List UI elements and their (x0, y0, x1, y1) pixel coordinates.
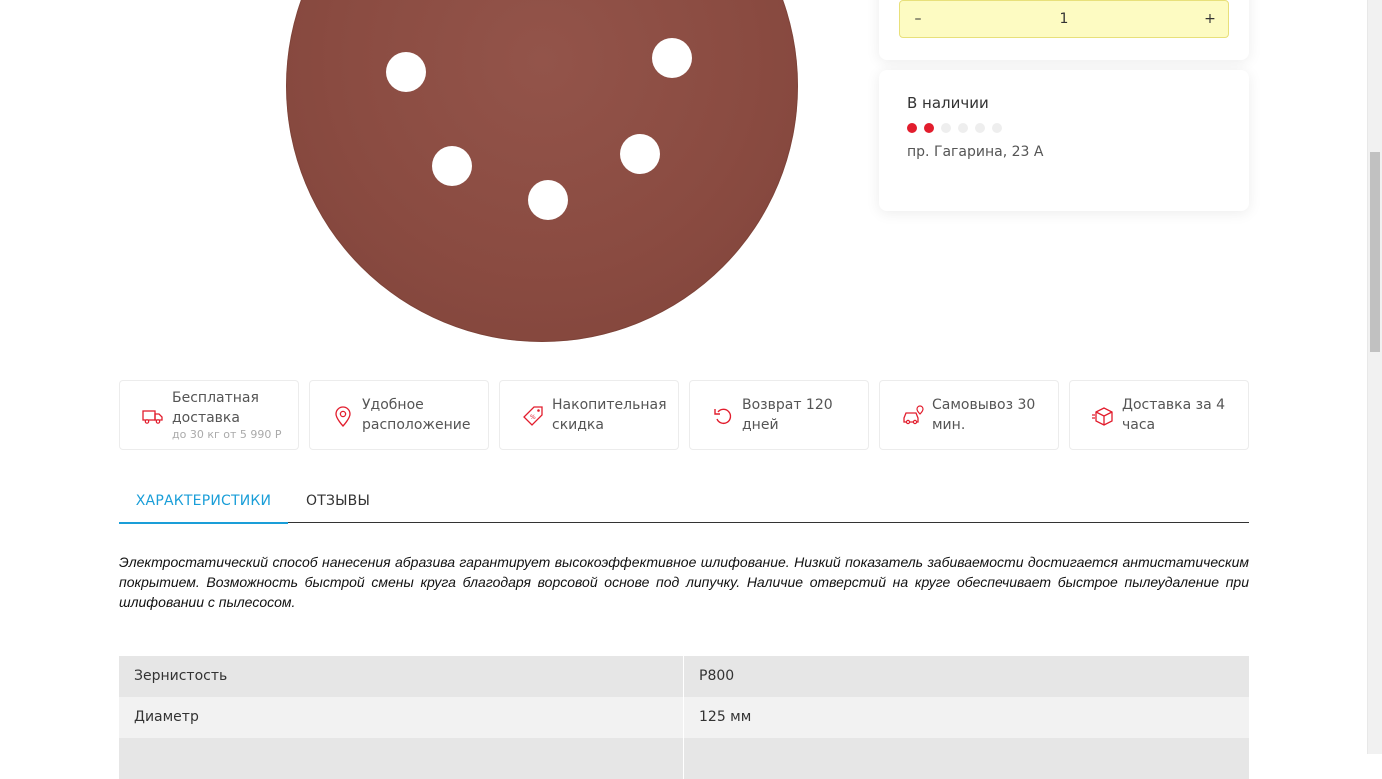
page-scrollbar[interactable] (1367, 0, 1382, 754)
benefit-sub-label: до 30 кг от 5 990 Р (172, 428, 282, 441)
benefit-free-delivery[interactable]: Бесплатная доставка до 30 кг от 5 990 Р (119, 380, 299, 450)
disc-hole (386, 52, 426, 92)
specs-table: Зернистость P800 Диаметр 125 мм (119, 656, 1249, 779)
table-row: Зернистость P800 (119, 656, 1249, 697)
stock-status: В наличии (907, 94, 989, 112)
disc-hole (620, 134, 660, 174)
disc-hole (652, 38, 692, 78)
quantity-increase-button[interactable]: + (1192, 1, 1228, 37)
quantity-stepper: – 1 + (899, 0, 1229, 38)
product-tabs: ХАРАКТЕРИСТИКИ ОТЗЫВЫ (119, 480, 1249, 524)
stock-level-dot (958, 123, 968, 133)
benefit-label: Бесплатная доставка (172, 390, 259, 426)
table-row: Диаметр 125 мм (119, 697, 1249, 738)
scrollbar-thumb[interactable] (1370, 152, 1380, 352)
car-pickup-icon (903, 405, 924, 425)
stock-level-dot (941, 123, 951, 133)
benefit-fast-delivery[interactable]: Доставка за 4 часа (1069, 380, 1249, 450)
benefit-discount[interactable]: % Накопительная скидка (499, 380, 679, 450)
spec-value (684, 738, 1249, 779)
spec-name: Диаметр (119, 697, 684, 738)
benefit-label: Накопительная скидка (552, 397, 667, 433)
stock-level-dot (975, 123, 985, 133)
disc-hole (528, 180, 568, 220)
stock-card: В наличии пр. Гагарина, 23 А (879, 70, 1249, 211)
benefit-label: Доставка за 4 часа (1122, 397, 1226, 433)
spec-value: 125 мм (699, 709, 752, 725)
spec-value: P800 (699, 668, 735, 684)
benefit-location[interactable]: Удобное расположение (309, 380, 489, 450)
delivery-truck-icon (142, 410, 163, 424)
stock-level-indicator (907, 123, 1002, 133)
tab-characteristics[interactable]: ХАРАКТЕРИСТИКИ (119, 480, 288, 524)
box-delivery-icon (1092, 407, 1113, 426)
benefit-label: Самовывоз 30 мин. (932, 397, 1036, 433)
location-pin-icon (335, 406, 351, 427)
quantity-card: – 1 + (879, 0, 1249, 60)
return-arrow-icon (714, 408, 732, 425)
stock-level-dot (907, 123, 917, 133)
tab-reviews[interactable]: ОТЗЫВЫ (288, 480, 388, 522)
svg-text:%: % (530, 414, 536, 421)
stock-level-dot (924, 123, 934, 133)
spec-name (119, 738, 684, 779)
spec-name: Зернистость (119, 656, 684, 697)
store-address[interactable]: пр. Гагарина, 23 А (907, 144, 1043, 160)
benefit-label: Возврат 120 дней (742, 397, 833, 433)
product-description: Электростатический способ нанесения абра… (119, 554, 1249, 610)
discount-tag-icon: % (523, 406, 543, 426)
quantity-input[interactable]: 1 (940, 1, 1188, 37)
stock-level-dot (992, 123, 1002, 133)
table-row (119, 738, 1249, 779)
benefit-label: Удобное расположение (362, 397, 471, 433)
benefit-pickup[interactable]: Самовывоз 30 мин. (879, 380, 1059, 450)
quantity-decrease-button[interactable]: – (900, 1, 936, 37)
disc-hole (432, 146, 472, 186)
sanding-disc-image (286, 0, 798, 342)
benefit-return[interactable]: Возврат 120 дней (689, 380, 869, 450)
product-image[interactable] (278, 0, 808, 350)
